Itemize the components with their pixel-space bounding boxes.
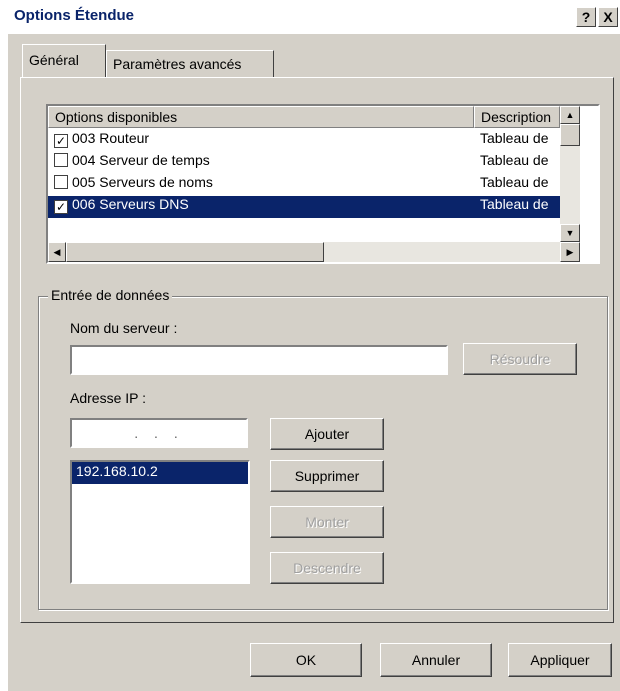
scroll-thumb[interactable] bbox=[560, 124, 580, 146]
list-item[interactable]: 005 Serveurs de noms Tableau de bbox=[48, 174, 560, 196]
server-name-input[interactable] bbox=[70, 345, 448, 375]
scroll-down-icon[interactable]: ▼ bbox=[560, 224, 580, 242]
option-name: 005 Serveurs de noms bbox=[72, 174, 213, 190]
checkbox-005[interactable] bbox=[54, 175, 68, 189]
list-item[interactable]: 004 Serveur de temps Tableau de bbox=[48, 152, 560, 174]
options-list[interactable]: Options disponibles Description ✓ 003 Rou… bbox=[46, 104, 600, 264]
move-up-button[interactable]: Monter bbox=[270, 506, 384, 538]
column-header-description[interactable]: Description bbox=[474, 106, 560, 128]
horizontal-scrollbar[interactable]: ◀ ▶ bbox=[48, 242, 580, 262]
list-item-selected[interactable]: 192.168.10.2 bbox=[72, 462, 248, 484]
scroll-left-icon[interactable]: ◀ bbox=[48, 242, 66, 262]
scroll-right-icon[interactable]: ▶ bbox=[560, 242, 580, 262]
tab-general[interactable]: Général bbox=[22, 44, 106, 78]
data-entry-group-label: Entrée de données bbox=[48, 287, 173, 303]
option-description: Tableau de bbox=[480, 130, 549, 146]
add-button[interactable]: Ajouter bbox=[270, 418, 384, 450]
resolve-button[interactable]: Résoudre bbox=[463, 343, 577, 375]
tab-advanced[interactable]: Paramètres avancés bbox=[106, 50, 274, 78]
checkbox-006[interactable]: ✓ bbox=[54, 200, 68, 214]
ok-button[interactable]: OK bbox=[250, 643, 362, 677]
option-name: 004 Serveur de temps bbox=[72, 152, 210, 168]
option-description: Tableau de bbox=[480, 196, 549, 212]
ip-address-label: Adresse IP : bbox=[70, 390, 147, 406]
apply-button[interactable]: Appliquer bbox=[508, 643, 612, 677]
scroll-thumb-horizontal[interactable] bbox=[66, 242, 324, 262]
list-item[interactable]: ✓ 003 Routeur Tableau de bbox=[48, 130, 560, 152]
title-bar: Options Étendue ? X bbox=[8, 0, 620, 34]
checkbox-004[interactable] bbox=[54, 153, 68, 167]
tab-general-label: Général bbox=[29, 52, 79, 68]
checkbox-003[interactable]: ✓ bbox=[54, 134, 68, 148]
window-title: Options Étendue bbox=[14, 7, 134, 24]
ip-address-list[interactable]: 192.168.10.2 bbox=[70, 460, 250, 584]
options-dialog: Options Étendue ? X Général Paramètres a… bbox=[8, 0, 620, 691]
list-item-selected[interactable]: ✓ 006 Serveurs DNS Tableau de bbox=[48, 196, 560, 218]
cancel-button[interactable]: Annuler bbox=[380, 643, 492, 677]
remove-button[interactable]: Supprimer bbox=[270, 460, 384, 492]
option-name: 006 Serveurs DNS bbox=[72, 196, 189, 212]
vertical-scrollbar[interactable]: ▲ ▼ bbox=[560, 106, 580, 242]
column-header-options[interactable]: Options disponibles bbox=[48, 106, 474, 128]
option-name: 003 Routeur bbox=[72, 130, 150, 146]
option-description: Tableau de bbox=[480, 174, 549, 190]
move-down-button[interactable]: Descendre bbox=[270, 552, 384, 584]
tab-advanced-label: Paramètres avancés bbox=[113, 56, 242, 72]
scroll-up-icon[interactable]: ▲ bbox=[560, 106, 580, 124]
server-name-label: Nom du serveur : bbox=[70, 320, 178, 336]
option-description: Tableau de bbox=[480, 152, 549, 168]
close-button[interactable]: X bbox=[598, 7, 618, 27]
help-button[interactable]: ? bbox=[576, 7, 596, 27]
ip-address-input[interactable]: . . . bbox=[70, 418, 248, 448]
